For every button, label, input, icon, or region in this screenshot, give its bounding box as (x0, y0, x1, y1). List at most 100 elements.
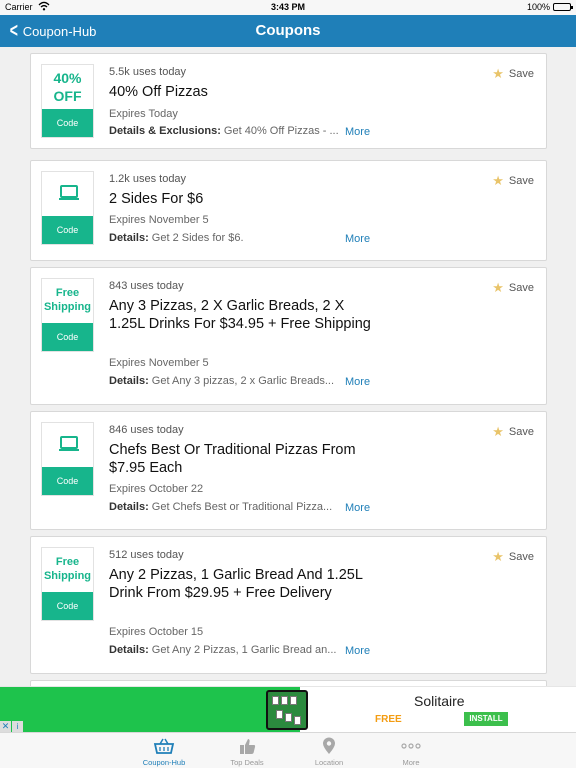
save-button[interactable]: ★ Save (492, 549, 534, 565)
tab-coupon-hub[interactable]: Coupon-Hub (134, 733, 194, 768)
back-button[interactable]: < Coupon-Hub (8, 15, 97, 47)
coupon-card[interactable]: Code 846 uses today Chefs Best Or Tradit… (30, 411, 547, 530)
uses-count: 5.5k uses today (109, 66, 187, 78)
uses-count: 512 uses today (109, 549, 184, 561)
save-button[interactable]: ★ Save (492, 424, 534, 440)
more-link[interactable]: More (345, 126, 370, 138)
save-button[interactable]: ★ Save (492, 173, 534, 189)
details-text: Details: Get Any 2 Pizzas, 1 Garlic Brea… (109, 644, 349, 656)
tab-label: Location (314, 758, 344, 767)
more-link[interactable]: More (345, 502, 370, 514)
code-button[interactable]: Code (42, 216, 93, 244)
more-link[interactable]: More (345, 645, 370, 657)
battery-percent: 100% (526, 2, 550, 12)
close-icon[interactable]: ✕ (0, 721, 11, 732)
badge-line-1: Free (55, 556, 80, 568)
more-link[interactable]: More (345, 233, 370, 245)
save-label: Save (508, 68, 534, 80)
coupon-badge: Code (41, 422, 94, 496)
tab-label: More (402, 758, 420, 767)
coupon-card[interactable]: Free Shipping Code 843 uses today Any 3 … (30, 267, 547, 405)
battery-icon (553, 3, 573, 11)
location-pin-icon (323, 737, 335, 754)
save-button[interactable]: ★ Save (492, 280, 534, 296)
save-label: Save (508, 551, 534, 563)
details-label: Details: (109, 644, 149, 656)
back-label: Coupon-Hub (22, 23, 97, 39)
star-icon: ★ (492, 549, 504, 564)
coupon-badge: 40% OFF Code (41, 64, 94, 138)
badge-text: 40% OFF (42, 70, 93, 105)
details-label: Details: (109, 501, 149, 513)
star-icon: ★ (492, 424, 504, 439)
details-label: Details: (109, 232, 149, 244)
save-label: Save (508, 426, 534, 438)
ellipsis-icon (401, 743, 421, 749)
code-button[interactable]: Code (42, 323, 93, 351)
laptop-icon (59, 436, 79, 451)
details-text: Details: Get Any 3 pizzas, 2 x Garlic Br… (109, 375, 349, 387)
coupon-title[interactable]: Chefs Best Or Traditional Pizzas From $7… (109, 441, 379, 477)
expires-text: Expires November 5 (109, 214, 209, 226)
badge-text: Free Shipping (42, 287, 93, 315)
details-body: Get 40% Off Pizzas - ... (220, 125, 339, 137)
badge-line-1: 40% (53, 70, 82, 86)
coupon-title[interactable]: Any 2 Pizzas, 1 Garlic Bread And 1.25L D… (109, 566, 379, 602)
details-label: Details: (109, 375, 149, 387)
tab-top-deals[interactable]: Top Deals (217, 733, 277, 768)
ad-banner[interactable]: Solitaire FREE INSTALL ✕ i (0, 686, 576, 733)
info-icon[interactable]: i (12, 721, 23, 732)
uses-count: 1.2k uses today (109, 173, 187, 185)
coupon-title[interactable]: Any 3 Pizzas, 2 X Garlic Breads, 2 X 1.2… (109, 297, 379, 333)
star-icon: ★ (492, 66, 504, 81)
details-body: Get 2 Sides for $6. (148, 232, 244, 244)
coupon-card[interactable]: Free Shipping Code 512 uses today Any 2 … (30, 536, 547, 674)
details-body: Get Any 2 Pizzas, 1 Garlic Bread an... (148, 644, 337, 656)
coupon-badge: Free Shipping Code (41, 547, 94, 621)
coupon-title[interactable]: 2 Sides For $6 (109, 190, 379, 208)
coupon-badge: Code (41, 171, 94, 245)
coupon-title[interactable]: 40% Off Pizzas (109, 83, 379, 101)
badge-line-2: Shipping (43, 300, 92, 313)
save-button[interactable]: ★ Save (492, 66, 534, 82)
details-body: Get Any 3 pizzas, 2 x Garlic Breads... (148, 375, 334, 387)
install-button[interactable]: INSTALL (464, 712, 508, 726)
badge-line-1: Free (55, 287, 80, 299)
tab-more[interactable]: More (381, 733, 441, 768)
tab-bar: Coupon-Hub Top Deals Location More (0, 732, 576, 768)
details-body: Get Chefs Best or Traditional Pizza... (148, 501, 333, 513)
badge-text: Free Shipping (42, 556, 93, 584)
star-icon: ★ (492, 280, 504, 295)
save-label: Save (508, 282, 534, 294)
basket-icon (153, 738, 175, 754)
expires-text: Expires October 22 (109, 483, 204, 495)
thumbs-up-icon (240, 739, 256, 754)
tab-label: Coupon-Hub (142, 758, 186, 767)
navigation-bar: < Coupon-Hub Coupons (0, 15, 576, 47)
badge-line-2: OFF (53, 87, 82, 104)
clock: 3:43 PM (270, 2, 305, 12)
details-text: Details: Get Chefs Best or Traditional P… (109, 501, 349, 513)
tab-location[interactable]: Location (299, 733, 359, 768)
more-link[interactable]: More (345, 376, 370, 388)
star-icon: ★ (492, 173, 504, 188)
coupon-card[interactable]: Code 1.2k uses today 2 Sides For $6 Expi… (30, 160, 547, 261)
solitaire-app-icon[interactable] (266, 690, 308, 730)
details-label: Details & Exclusions: (109, 125, 221, 137)
expires-text: Expires Today (109, 108, 178, 120)
chevron-left-icon: < (9, 20, 18, 42)
tab-label: Top Deals (230, 758, 264, 767)
laptop-icon (59, 185, 79, 200)
code-button[interactable]: Code (42, 467, 93, 495)
ad-app-name: Solitaire (414, 693, 465, 709)
status-bar: Carrier 3:43 PM 100% (0, 0, 576, 15)
code-button[interactable]: Code (42, 109, 93, 137)
expires-text: Expires October 15 (109, 626, 204, 638)
expires-text: Expires November 5 (109, 357, 209, 369)
uses-count: 846 uses today (109, 424, 184, 436)
details-text: Details & Exclusions: Get 40% Off Pizzas… (109, 125, 349, 137)
code-button[interactable]: Code (42, 592, 93, 620)
save-label: Save (508, 175, 534, 187)
coupon-list[interactable]: 40% OFF Code 5.5k uses today 40% Off Piz… (0, 47, 576, 686)
coupon-card[interactable]: 40% OFF Code 5.5k uses today 40% Off Piz… (30, 53, 547, 149)
